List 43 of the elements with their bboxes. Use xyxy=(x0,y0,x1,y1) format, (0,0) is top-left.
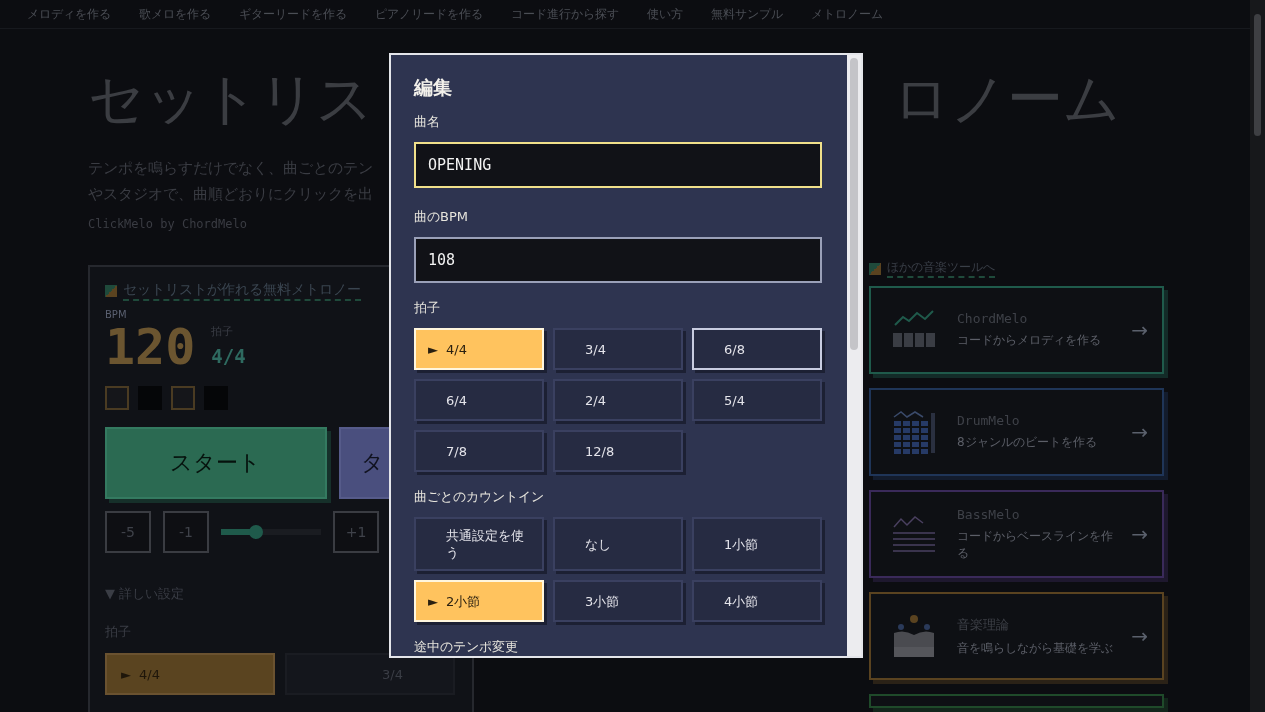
arrow-text: → xyxy=(1131,624,1148,648)
song-name-field[interactable]: OPENING xyxy=(414,142,822,188)
field-label: 曲名 xyxy=(414,113,440,131)
arrow-text: → xyxy=(1131,522,1148,546)
meter-option[interactable]: 6/8 xyxy=(692,328,822,370)
meter-option[interactable]: 2/4 xyxy=(553,379,683,421)
count-in-option[interactable]: 1小節 xyxy=(692,517,822,571)
bpm-field[interactable]: 108 xyxy=(414,237,822,283)
count-in-option[interactable]: 4小節 xyxy=(692,580,822,622)
dialog-scrollbar[interactable] xyxy=(847,55,861,656)
meter-option[interactable]: 5/4 xyxy=(692,379,822,421)
logo-icon xyxy=(105,285,117,297)
tool-card[interactable] xyxy=(869,694,1164,708)
tool-description: 8ジャンルのビートを作る xyxy=(957,434,1098,451)
tool-description: コードからベースラインを作る xyxy=(957,527,1114,562)
meter-option[interactable]: ► 4/4 xyxy=(105,653,275,695)
page-scrollbar[interactable] xyxy=(1250,0,1265,712)
nav-link[interactable]: ピアノリードを作る xyxy=(375,5,483,23)
arrow-text: → xyxy=(1131,318,1148,342)
meter-option[interactable]: 6/4 xyxy=(414,379,544,421)
count-in-option[interactable]: 共通設定を使う xyxy=(414,517,544,571)
field-label: 曲のBPM xyxy=(414,208,468,226)
meter-option[interactable]: 12/8 xyxy=(553,430,683,472)
meter-option[interactable]: 7/8 xyxy=(414,430,544,472)
meter-option[interactable]: ► 4/4 xyxy=(414,328,544,370)
dialog-title: 編集 xyxy=(414,75,452,100)
logo-icon xyxy=(869,262,881,275)
meter-value: 4/4 xyxy=(211,345,246,367)
arrow-text: → xyxy=(1131,420,1148,444)
field-label: 拍子 xyxy=(414,299,440,317)
field-label: 途中のテンポ変更 xyxy=(414,638,518,656)
count-in-option[interactable]: なし xyxy=(553,517,683,571)
count-in-option[interactable]: 3小節 xyxy=(553,580,683,622)
tool-description: コードからメロディを作る xyxy=(957,332,1102,349)
count-in-option[interactable]: ► 2小節 xyxy=(414,580,544,622)
nav-link[interactable]: ギターリードを作る xyxy=(239,5,347,23)
bpm-label: BPM xyxy=(105,309,127,320)
bpm-value: 120 xyxy=(105,320,196,374)
nav-link[interactable]: 無料サンプル xyxy=(711,5,783,23)
nav-link[interactable]: 使い方 xyxy=(647,5,683,23)
field-label: 曲ごとのカウントイン xyxy=(414,488,544,506)
meter-option[interactable]: 3/4 xyxy=(553,328,683,370)
tool-description: 音を鳴らしながら基礎を学ぶ xyxy=(957,639,1114,657)
